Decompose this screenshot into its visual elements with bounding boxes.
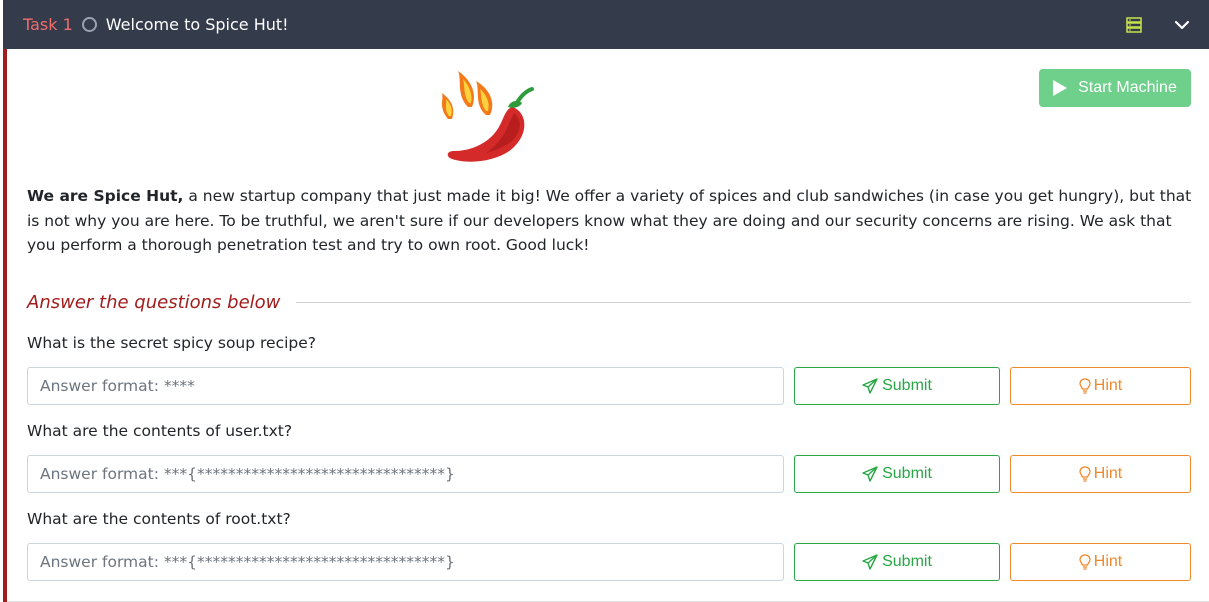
heading-divider [296,301,1191,303]
lightbulb-icon [1079,378,1091,394]
server-icon[interactable] [1125,16,1143,34]
hint-button[interactable]: Hint [1010,455,1191,493]
start-machine-button[interactable]: Start Machine [1039,69,1191,107]
paper-plane-icon [862,466,878,482]
submit-label: Submit [882,377,932,394]
submit-button[interactable]: Submit [794,455,1000,493]
question-2: What are the contents of user.txt? Submi… [27,420,1191,493]
paper-plane-icon [862,554,878,570]
hint-label: Hint [1093,377,1123,394]
answer-section-heading: Answer the questions below [27,289,1191,315]
play-icon [1053,80,1068,96]
submit-label: Submit [882,553,932,570]
chili-pepper-logo [442,71,534,162]
answer-input[interactable] [27,367,784,405]
question-label: What are the contents of root.txt? [27,510,291,528]
circle-status-icon [81,17,97,32]
hint-button[interactable]: Hint [1010,543,1191,581]
lightbulb-icon [1079,554,1091,570]
hint-label: Hint [1093,465,1123,482]
submit-button[interactable]: Submit [794,543,1000,581]
lightbulb-icon [1079,466,1091,482]
chevron-down-icon[interactable] [1173,16,1191,34]
task-body: Start Machine We are Spice Hut, a new st… [3,49,1209,602]
submit-button[interactable]: Submit [794,367,1000,405]
task-title: Welcome to Spice Hut! [105,15,289,34]
answer-input[interactable] [27,455,784,493]
intro-text: a new startup company that just made it … [27,187,1192,254]
question-label: What are the contents of user.txt? [27,422,293,440]
start-machine-label: Start Machine [1078,79,1177,96]
intro-paragraph: We are Spice Hut, a new startup company … [27,184,1197,258]
question-1: What is the secret spicy soup recipe? Su… [27,332,1191,405]
question-label: What is the secret spicy soup recipe? [27,334,317,352]
hint-label: Hint [1093,553,1123,570]
hint-button[interactable]: Hint [1010,367,1191,405]
task-header[interactable]: Task 1 Welcome to Spice Hut! [3,0,1209,49]
question-3: What are the contents of root.txt? Submi… [27,508,1191,581]
answer-heading-text: Answer the questions below [27,291,281,313]
task-number: Task 1 [23,15,73,34]
submit-label: Submit [882,465,932,482]
intro-bold: We are Spice Hut, [27,187,184,205]
answer-input[interactable] [27,543,784,581]
paper-plane-icon [862,378,878,394]
